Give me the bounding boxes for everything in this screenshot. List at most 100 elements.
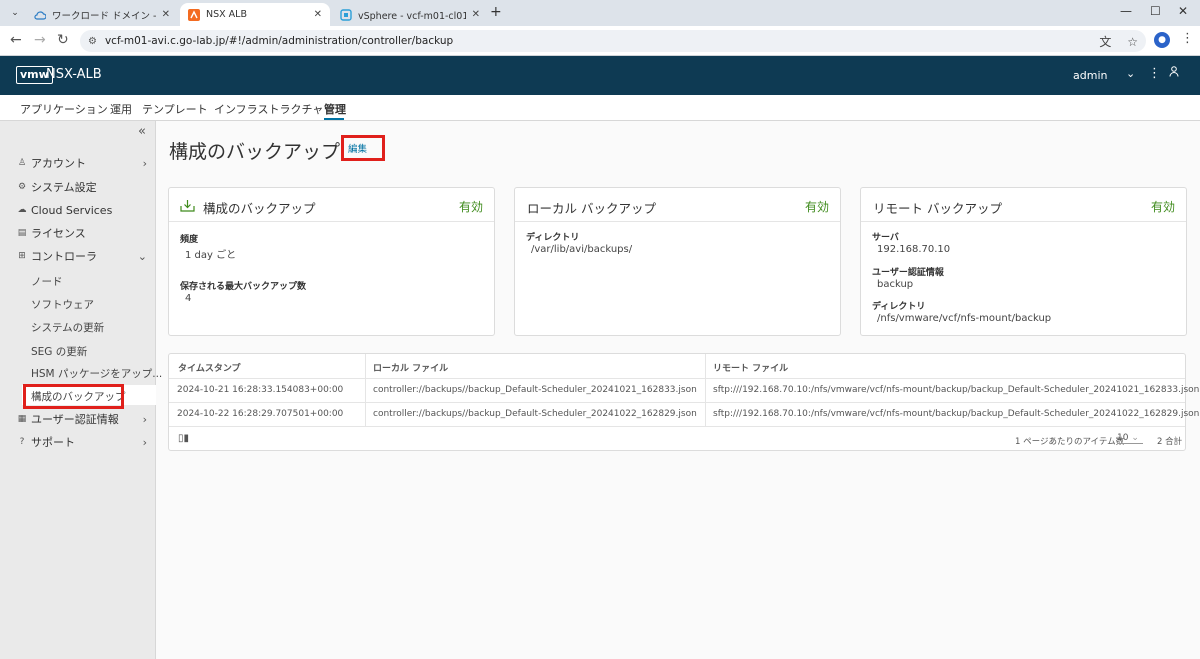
per-page-label: 1 ページあたりのアイテム数	[1015, 437, 1125, 447]
backup-table: タイムスタンプ ローカル ファイル リモート ファイル 2024-10-21 1…	[168, 353, 1199, 451]
table-cell: controller://backups//backup_Default-Sch…	[373, 385, 697, 395]
tab-search-button[interactable]: ⌄	[6, 4, 24, 22]
total-count: 2 合計	[1157, 437, 1183, 447]
tab-infrastructure[interactable]: インフラストラクチャ	[214, 101, 323, 117]
account-icon: ♙	[17, 158, 27, 168]
chevron-right-icon: ›	[142, 412, 147, 426]
chevron-down-icon: ⌄	[11, 8, 19, 18]
status-badge: 有効	[804, 200, 829, 214]
table-cell: controller://backups//backup_Default-Sch…	[373, 409, 697, 419]
tab-applications[interactable]: アプリケーション	[20, 101, 108, 117]
chevron-down-icon[interactable]: ⌄	[1126, 67, 1135, 80]
table-row[interactable]: 2024-10-21 16:28:33.154083+00:00 control…	[169, 378, 1199, 402]
card-title: リモート バックアップ	[873, 201, 1002, 216]
sidebar-item-label: コントローラ	[31, 250, 97, 263]
local-backup-card: ローカル バックアップ 有効 ディレクトリ /var/lib/avi/backu…	[514, 187, 841, 336]
app-name: NSX-ALB	[46, 67, 102, 82]
sidebar-item-system-settings[interactable]: ⚙ システム設定	[16, 177, 151, 197]
close-window-icon[interactable]: ✕	[1178, 4, 1188, 18]
more-options-icon[interactable]: ⋮	[1148, 66, 1161, 81]
field-label: ディレクトリ	[526, 233, 580, 243]
table-row[interactable]: 2024-10-22 16:28:29.707501+00:00 control…	[169, 402, 1199, 426]
vsphere-icon	[340, 8, 352, 21]
sidebar-item-label: サポート	[31, 436, 75, 449]
tab-operations[interactable]: 運用	[110, 101, 132, 117]
site-info-icon[interactable]: ⚙	[88, 36, 97, 47]
field-label: ユーザー認証情報	[872, 268, 944, 278]
column-header[interactable]: タイムスタンプ	[178, 361, 241, 374]
tab-templates[interactable]: テンプレート	[142, 101, 208, 117]
field-value: backup	[877, 279, 914, 290]
close-icon[interactable]: ✕	[314, 9, 322, 20]
field-value: 1 day ごと	[185, 250, 237, 261]
remote-backup-card: リモート バックアップ 有効 サーバ 192.168.70.10 ユーザー認証情…	[860, 187, 1187, 336]
status-badge: 有効	[458, 200, 483, 214]
profile-avatar-icon[interactable]: ●	[1154, 32, 1170, 48]
per-page-select[interactable]: 10 ⌄	[1117, 433, 1143, 444]
gear-icon: ⚙	[17, 182, 27, 192]
browser-tab-workload[interactable]: ワークロード ドメイン - セキュリティ ✕	[26, 3, 178, 26]
translate-icon[interactable]: 文	[1099, 35, 1111, 49]
page-title: 構成のバックアップ	[169, 141, 341, 163]
sidebar-item-account[interactable]: ♙ アカウント ›	[16, 153, 151, 173]
sidebar-subitem-nodes[interactable]: ノード	[31, 274, 63, 289]
field-label: 保存される最大バックアップ数	[180, 282, 307, 292]
active-tab-indicator	[324, 118, 344, 120]
sidebar-subitem-system-update[interactable]: システムの更新	[31, 320, 104, 335]
sidebar-item-credentials[interactable]: ▦ ユーザー認証情報 ›	[16, 409, 151, 429]
browser-tab-nsx-alb[interactable]: NSX ALB ✕	[180, 3, 330, 26]
close-icon[interactable]: ✕	[162, 9, 170, 20]
back-icon[interactable]: ←	[10, 32, 22, 48]
url-text: vcf-m01-avi.c.go-lab.jp/#!/admin/adminis…	[104, 35, 454, 47]
credentials-icon: ▦	[17, 414, 27, 424]
tab-label: ワークロード ドメイン - セキュリティ	[52, 10, 156, 22]
new-tab-button[interactable]: +	[490, 4, 502, 20]
close-icon[interactable]: ✕	[472, 9, 480, 20]
chevron-down-icon: ⌄	[137, 249, 147, 263]
tab-administration[interactable]: 管理	[324, 101, 346, 117]
card-title: ローカル バックアップ	[527, 201, 656, 216]
url-field[interactable]: ⚙ vcf-m01-avi.c.go-lab.jp/#!/admin/admin…	[80, 30, 1146, 52]
table-cell: 2024-10-22 16:28:29.707501+00:00	[177, 409, 344, 419]
sidebar-subitem-software[interactable]: ソフトウェア	[31, 297, 94, 312]
browser-menu-icon[interactable]: ⋮	[1181, 31, 1194, 46]
user-menu-label[interactable]: admin	[1073, 69, 1107, 82]
user-icon[interactable]	[1169, 66, 1179, 80]
field-value: /nfs/vmware/vcf/nfs-mount/backup	[877, 313, 1052, 324]
chevron-down-icon: ⌄	[1131, 433, 1139, 443]
browser-tab-vsphere[interactable]: vSphere - vcf-m01-cl01 - 仮想マ ✕	[332, 3, 488, 26]
table-cell: sftp:///192.168.70.10:/nfs/vmware/vcf/nf…	[713, 385, 1200, 395]
sidebar-item-label: ライセンス	[31, 227, 86, 240]
highlight-box-edit	[341, 135, 385, 161]
collapse-sidebar-icon[interactable]: «	[138, 124, 146, 139]
field-label: 頻度	[180, 235, 199, 245]
browser-tab-strip: ⌄ ワークロード ドメイン - セキュリティ ✕ NSX ALB ✕ vSphe…	[0, 0, 1200, 26]
minimize-icon[interactable]: —	[1120, 4, 1132, 18]
sidebar-item-license[interactable]: ▤ ライセンス	[16, 223, 151, 243]
field-value: 4	[185, 293, 192, 304]
maximize-icon[interactable]: ☐	[1150, 4, 1161, 18]
tab-label: vSphere - vcf-m01-cl01 - 仮想マ	[358, 10, 466, 22]
column-header[interactable]: ローカル ファイル	[373, 361, 448, 374]
column-header[interactable]: リモート ファイル	[713, 361, 788, 374]
sidebar-item-label: Cloud Services	[31, 203, 113, 217]
forward-icon[interactable]: →	[34, 32, 46, 48]
field-label: サーバ	[872, 233, 899, 243]
app-header: vmw NSX-ALB admin ⌄ ⋮	[0, 56, 1200, 95]
field-label: ディレクトリ	[872, 302, 926, 312]
controller-icon: ⊞	[18, 251, 26, 261]
bookmark-star-icon[interactable]: ☆	[1127, 35, 1138, 49]
sidebar-item-controller[interactable]: ⊞ コントローラ ⌄	[16, 246, 151, 266]
sidebar-subitem-hsm-package[interactable]: HSM パッケージをアップ...	[31, 366, 162, 381]
cloud-icon	[34, 9, 46, 21]
sidebar-item-label: アカウント	[31, 157, 86, 170]
column-toggle-icon[interactable]: ▯▮	[178, 433, 189, 444]
primary-nav: アプリケーション 運用 テンプレート インフラストラクチャ 管理	[0, 95, 1200, 121]
highlight-box-sidebar	[23, 384, 124, 409]
tab-label: NSX ALB	[206, 9, 247, 20]
sidebar-item-cloud-services[interactable]: ☁ Cloud Services	[16, 200, 151, 220]
reload-icon[interactable]: ↻	[57, 32, 69, 48]
sidebar-subitem-seg-update[interactable]: SEG の更新	[31, 344, 87, 359]
sidebar-item-support[interactable]: ? サポート ›	[16, 432, 151, 452]
table-footer: ▯▮ 1 ページあたりのアイテム数 10 ⌄ 2 合計	[169, 426, 1185, 451]
